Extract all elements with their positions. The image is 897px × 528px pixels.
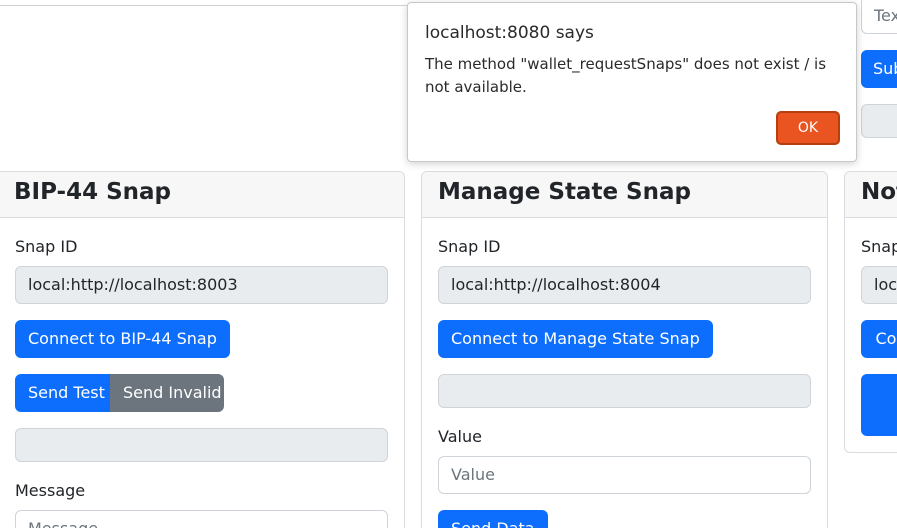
third-connect-button[interactable]: Con xyxy=(861,320,897,358)
third-action-button[interactable] xyxy=(861,374,897,436)
bip44-snap-id-label: Snap ID xyxy=(15,237,78,256)
manage-state-snap-id-field[interactable]: local:http://localhost:8004 xyxy=(438,266,811,304)
send-invalid-button[interactable]: Send Invalid xyxy=(110,374,224,412)
bip44-snap-id-field[interactable]: local:http://localhost:8003 xyxy=(15,266,388,304)
manage-state-result-field xyxy=(438,374,811,408)
connect-bip44-button[interactable]: Connect to BIP-44 Snap xyxy=(15,320,230,358)
connect-manage-state-button[interactable]: Connect to Manage State Snap xyxy=(438,320,713,358)
third-snap-id-field[interactable]: loca xyxy=(861,266,897,304)
bip44-message-label: Message xyxy=(15,481,86,500)
third-card-title: Not xyxy=(845,172,897,218)
top-right-submit-button[interactable]: Sub xyxy=(861,50,897,88)
dialog-title: localhost:8080 says xyxy=(425,23,594,43)
value-label: Value xyxy=(438,427,482,446)
bip44-card-title: BIP-44 Snap xyxy=(0,172,404,218)
dialog-message: The method "wallet_requestSnaps" does no… xyxy=(425,55,827,96)
top-right-output-field xyxy=(861,104,897,138)
third-snap-id-label: Snap xyxy=(861,237,897,256)
top-divider xyxy=(0,0,410,6)
manage-state-card-title: Manage State Snap xyxy=(422,172,827,218)
value-input[interactable]: Value xyxy=(438,456,811,494)
send-data-button[interactable]: Send Data xyxy=(438,510,548,528)
alert-dialog: localhost:8080 says The method "wallet_r… xyxy=(407,2,857,162)
top-right-text-input[interactable]: Tex xyxy=(861,0,897,34)
bip44-message-input[interactable]: Message xyxy=(15,510,388,528)
page: Tex Sub BIP-44 Snap Snap ID local:http:/… xyxy=(0,0,897,528)
manage-state-snap-id-label: Snap ID xyxy=(438,237,501,256)
bip44-result-field xyxy=(15,428,388,462)
dialog-ok-button[interactable]: OK xyxy=(776,111,840,145)
send-test-button[interactable]: Send Test xyxy=(15,374,111,412)
